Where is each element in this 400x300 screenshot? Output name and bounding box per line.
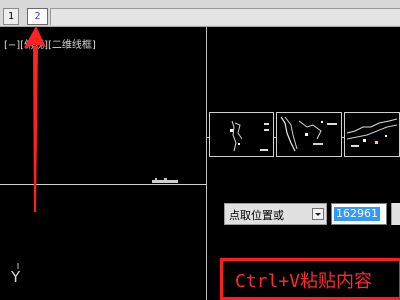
red-arrow-head: [24, 26, 46, 48]
red-arrow-shaft: [33, 46, 38, 212]
red-arrow-annotation: [24, 26, 46, 212]
